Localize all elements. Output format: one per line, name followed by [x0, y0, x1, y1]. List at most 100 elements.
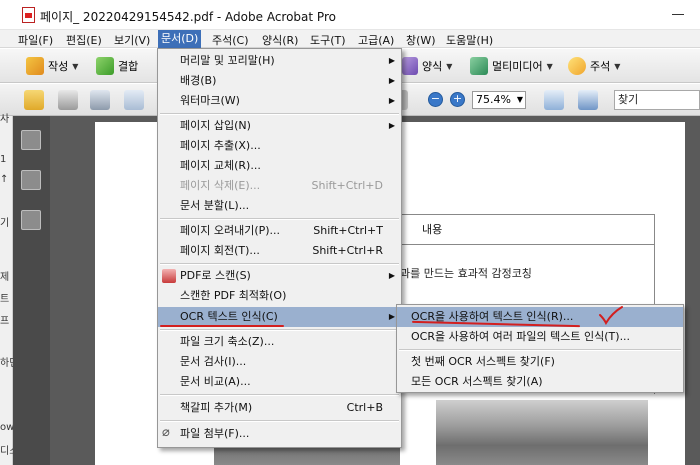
create-label: 작성 [48, 60, 69, 73]
strip-text: ↑ [0, 174, 9, 185]
menu-file[interactable]: 파일(F) [18, 32, 53, 48]
menu-advanced[interactable]: 고급(A) [358, 32, 394, 48]
zoom-field[interactable]: 75.4% ▼ [472, 91, 526, 109]
chevron-down-icon: ▼ [546, 61, 553, 71]
menu-tools[interactable]: 도구(T) [310, 32, 346, 48]
create-pdf-icon [26, 57, 44, 75]
menu-separator [160, 394, 399, 396]
fit-width-icon[interactable] [544, 90, 564, 110]
strip-text: 1 [0, 154, 7, 165]
print-icon[interactable] [58, 90, 78, 110]
strip-text: 제 [0, 272, 10, 283]
scanner-icon [162, 269, 176, 283]
pages-icon[interactable] [21, 130, 41, 150]
menu-item-attach-file[interactable]: ⌀ 파일 첨부(F)... [158, 424, 401, 444]
strip-text: 디스 [0, 446, 13, 457]
menu-window[interactable]: 창(W) [406, 32, 436, 48]
comment-icon [568, 57, 586, 75]
menu-item-reduce-file-size[interactable]: 파일 크기 축소(Z)... [158, 332, 401, 352]
submenu-arrow-icon: ▶ [388, 96, 395, 105]
menu-item-rotate-pages[interactable]: 페이지 회전(T)... Shift+Ctrl+R [158, 241, 401, 261]
chevron-down-icon[interactable]: ▼ [517, 92, 523, 108]
ocr-submenu: OCR을 사용하여 텍스트 인식(R)... OCR을 사용하여 여러 파일의 … [396, 304, 684, 393]
pdf-file-icon [22, 7, 35, 23]
document-menu: 머리말 및 꼬리말(H) ▶ 배경(B) ▶ 워터마크(W) ▶ 페이지 삽입(N) ▶… [157, 48, 402, 448]
document-text-line: 과를 만드는 효과적 감정코칭 [400, 267, 532, 280]
menu-item-compare-documents[interactable]: 문서 비교(A)... [158, 372, 401, 392]
forms-icon [402, 57, 418, 75]
combine-files-icon [96, 57, 114, 75]
chevron-down-icon: ▼ [446, 61, 453, 71]
menu-item-find-first-suspect[interactable]: 첫 번째 OCR 서스펙트 찾기(F) [397, 352, 683, 372]
signatures-icon[interactable] [21, 210, 41, 230]
paperclip-icon: ⌀ [162, 425, 170, 440]
forms-button[interactable]: 양식 ▼ [402, 55, 452, 77]
red-checkmark-icon [599, 306, 623, 325]
menu-item-extract-pages[interactable]: 페이지 추출(X)... [158, 136, 401, 156]
background-window-strip: 사 1 ↑ 기 제 트 프 하던 ows 디스 [0, 114, 13, 465]
menu-item-ocr-text-recognition[interactable]: OCR 텍스트 인식(C) ▶ [158, 307, 401, 327]
bookmarks-icon[interactable] [21, 170, 41, 190]
strip-text: 기 [0, 218, 10, 229]
menu-item-delete-pages: 페이지 삭제(E)... Shift+Ctrl+D [180, 179, 383, 192]
find-input[interactable]: 찾기 [614, 90, 700, 110]
window-title: 페이지_ 20220429154542.pdf - Adobe Acrobat … [40, 10, 336, 24]
menu-separator [160, 218, 399, 220]
menu-separator [160, 263, 399, 265]
email-icon[interactable] [124, 90, 144, 110]
menu-item-replace-pages[interactable]: 페이지 교체(R)... [158, 156, 401, 176]
multimedia-label: 멀티미디어 [492, 60, 543, 73]
combine-label: 결합 [118, 60, 139, 73]
strip-text: 트 [0, 294, 10, 305]
menu-edit[interactable]: 편집(E) [66, 32, 102, 48]
minimize-button[interactable] [668, 6, 688, 22]
menu-item-find-all-suspects[interactable]: 모든 OCR 서스펙트 찾기(A) [397, 372, 683, 392]
strip-text: 프 [0, 316, 10, 327]
document-photo [436, 400, 648, 465]
title-bar: 페이지_ 20220429154542.pdf - Adobe Acrobat … [0, 0, 700, 30]
create-button[interactable]: 작성 ▼ [26, 55, 78, 77]
strip-text: 하던 [0, 358, 13, 369]
save-icon[interactable] [90, 90, 110, 110]
multimedia-button[interactable]: 멀티미디어 ▼ [470, 55, 553, 77]
table-border [400, 244, 655, 245]
comment-label: 주석 [590, 60, 611, 73]
menu-separator [399, 349, 681, 351]
menu-separator [160, 329, 399, 331]
menu-comments[interactable]: 주석(C) [212, 32, 249, 48]
submenu-arrow-icon: ▶ [388, 121, 395, 130]
open-folder-icon[interactable] [24, 90, 44, 110]
zoom-value: 75.4% [476, 93, 511, 106]
forms-label: 양식 [422, 60, 443, 73]
strip-text: ows [0, 422, 13, 433]
menu-view[interactable]: 보기(V) [114, 32, 150, 48]
menu-item-add-bookmark[interactable]: 책갈피 추가(M) Ctrl+B [158, 398, 401, 418]
menu-item-header-footer[interactable]: 머리말 및 꼬리말(H) ▶ [158, 51, 401, 71]
menu-item-examine-document[interactable]: 문서 검사(I)... [158, 352, 401, 372]
menu-document[interactable]: 문서(D) [158, 30, 202, 48]
menu-item-background[interactable]: 배경(B) ▶ [158, 71, 401, 91]
menu-separator [160, 113, 399, 115]
table-header-content: 내용 [422, 223, 443, 236]
menu-item-crop-pages[interactable]: 페이지 오려내기(P)... Shift+Ctrl+T [158, 221, 401, 241]
submenu-arrow-icon: ▶ [388, 312, 395, 321]
zoom-in-icon[interactable]: + [450, 92, 465, 107]
fit-page-icon[interactable] [578, 90, 598, 110]
menu-item-scan-to-pdf[interactable]: PDF로 스캔(S) ▶ [158, 266, 401, 286]
comment-button[interactable]: 주석 ▼ [568, 55, 620, 77]
table-border [400, 214, 655, 215]
combine-button[interactable]: 결합 [96, 55, 138, 77]
menu-bar: 파일(F) 편집(E) 보기(V) 문서(D) 주석(C) 양식(R) 도구(T… [0, 30, 700, 48]
zoom-out-icon[interactable]: − [428, 92, 443, 107]
chevron-down-icon: ▼ [614, 61, 621, 71]
navigation-panel [13, 116, 50, 465]
menu-item-ocr-multiple-files[interactable]: OCR을 사용하여 여러 파일의 텍스트 인식(T)... [397, 327, 683, 347]
menu-item-split-document[interactable]: 문서 분할(L)... [158, 196, 401, 216]
menu-forms[interactable]: 양식(R) [262, 32, 298, 48]
menu-item-watermark[interactable]: 워터마크(W) ▶ [158, 91, 401, 111]
menu-item-optimize-scanned[interactable]: 스캔한 PDF 최적화(O) [158, 286, 401, 306]
multimedia-icon [470, 57, 488, 75]
menu-item-insert-pages[interactable]: 페이지 삽입(N) ▶ [158, 116, 401, 136]
menu-separator [160, 420, 399, 422]
menu-help[interactable]: 도움말(H) [446, 32, 493, 48]
